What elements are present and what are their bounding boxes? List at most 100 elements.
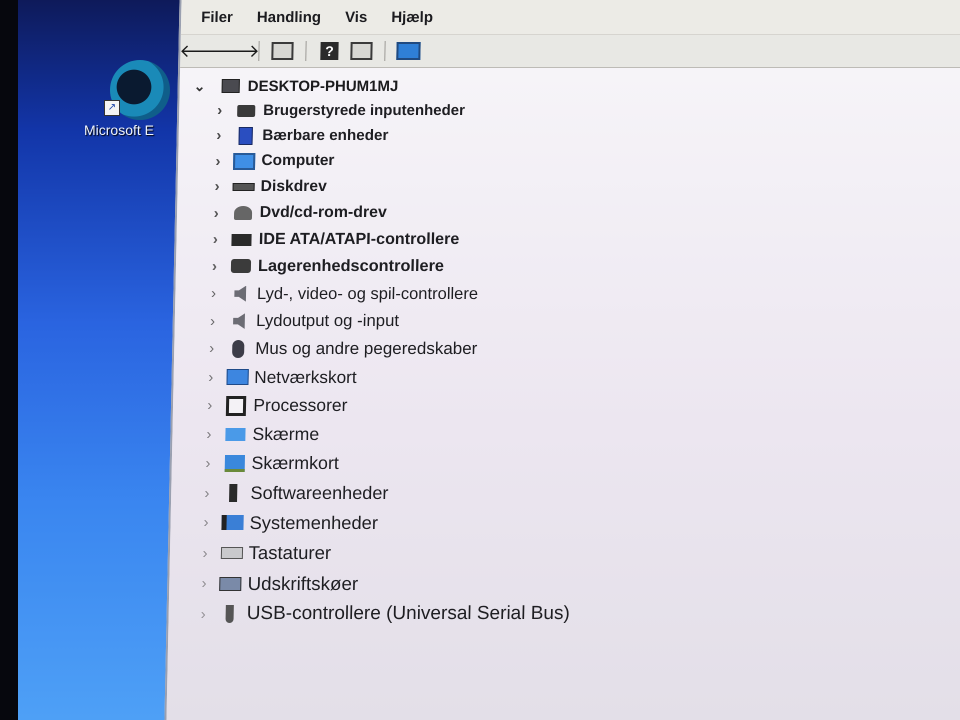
device-category-row[interactable]: › Dvd/cd-rom-drev bbox=[177, 200, 960, 226]
desktop-icon-label: Microsoft E bbox=[84, 122, 155, 138]
desktop-background: ↗ Microsoft E bbox=[0, 0, 180, 720]
device-category-label: Processorer bbox=[253, 395, 348, 416]
tree-root-label: DESKTOP-PHUM1MJ bbox=[247, 77, 399, 95]
monitor-icon bbox=[224, 425, 246, 443]
chevron-right-icon[interactable]: › bbox=[211, 285, 229, 302]
display-adapter-icon bbox=[223, 455, 245, 473]
menu-handling[interactable]: Handling bbox=[257, 9, 322, 26]
speaker-icon bbox=[228, 312, 250, 330]
chevron-right-icon[interactable]: › bbox=[203, 514, 221, 531]
device-category-row[interactable]: › Lyd-, video- og spil-controllere bbox=[175, 280, 960, 307]
device-category-label: IDE ATA/ATAPI-controllere bbox=[258, 230, 460, 249]
software-device-icon bbox=[222, 484, 244, 503]
device-category-label: Systemenheder bbox=[249, 511, 379, 533]
chevron-right-icon[interactable]: › bbox=[209, 340, 227, 357]
mouse-icon bbox=[227, 339, 249, 358]
device-category-label: Tastaturer bbox=[248, 542, 332, 564]
device-category-row[interactable]: › Brugerstyrede inputenheder bbox=[179, 98, 960, 123]
shortcut-arrow-icon: ↗ bbox=[104, 100, 120, 116]
tree-root[interactable]: ⌄ DESKTOP-PHUM1MJ bbox=[179, 74, 960, 98]
portable-device-icon bbox=[234, 126, 256, 145]
toolbar-separator bbox=[258, 41, 260, 61]
device-category-row[interactable]: › Lydoutput og -input bbox=[175, 307, 960, 335]
chevron-right-icon[interactable]: › bbox=[217, 102, 235, 119]
printer-icon bbox=[219, 575, 242, 593]
speaker-icon bbox=[229, 285, 251, 303]
menu-filer[interactable]: Filer bbox=[201, 9, 233, 26]
device-category-row[interactable]: › USB-controllere (Universal Serial Bus) bbox=[168, 599, 960, 630]
device-category-label: Computer bbox=[261, 152, 335, 170]
hid-icon bbox=[235, 102, 257, 120]
chevron-right-icon[interactable]: › bbox=[210, 313, 228, 330]
device-category-row[interactable]: › IDE ATA/ATAPI-controllere bbox=[176, 226, 960, 253]
storage-controller-icon bbox=[230, 257, 252, 275]
chevron-right-icon[interactable]: › bbox=[204, 485, 222, 502]
forward-icon[interactable]: 🡒 bbox=[211, 40, 260, 62]
chevron-down-icon[interactable]: ⌄ bbox=[194, 78, 220, 95]
device-category-row[interactable]: › Systemenheder bbox=[170, 508, 960, 538]
device-category-label: Dvd/cd-rom-drev bbox=[259, 204, 387, 222]
device-category-label: Diskdrev bbox=[260, 177, 327, 195]
device-category-label: Bærbare enheder bbox=[262, 127, 389, 145]
monitor-bezel bbox=[0, 0, 18, 720]
device-category-label: Netværkskort bbox=[254, 366, 357, 387]
view-icon[interactable] bbox=[348, 40, 374, 62]
chevron-right-icon[interactable]: › bbox=[207, 397, 225, 414]
monitor-icon[interactable] bbox=[395, 40, 421, 62]
device-category-row[interactable]: › Diskdrev bbox=[177, 174, 960, 200]
chevron-right-icon[interactable]: › bbox=[200, 606, 218, 623]
device-category-label: Skærme bbox=[252, 423, 320, 444]
device-category-label: Lyd-, video- og spil-controllere bbox=[256, 283, 479, 303]
chevron-right-icon[interactable]: › bbox=[213, 231, 231, 248]
chevron-right-icon[interactable]: › bbox=[205, 455, 223, 472]
device-category-label: Lydoutput og -input bbox=[255, 311, 400, 331]
device-category-row[interactable]: › Lagerenhedscontrollere bbox=[176, 253, 960, 280]
toolbar-separator bbox=[305, 41, 307, 61]
processor-icon bbox=[225, 395, 247, 416]
device-category-row[interactable]: › Bærbare enheder bbox=[178, 123, 960, 148]
chevron-right-icon[interactable]: › bbox=[214, 205, 232, 222]
device-manager-window: Filer Handling Vis Hjælp 🡐 🡒 ? ⌄ DESKTOP… bbox=[164, 0, 960, 720]
device-category-label: Brugerstyrede inputenheder bbox=[263, 102, 466, 119]
device-category-label: Softwareenheder bbox=[250, 482, 389, 503]
device-category-row[interactable]: › Skærme bbox=[172, 420, 960, 449]
device-category-row[interactable]: › Tastaturer bbox=[170, 538, 960, 568]
chevron-right-icon[interactable]: › bbox=[212, 258, 230, 275]
device-category-row[interactable]: › Computer bbox=[178, 148, 960, 174]
chevron-right-icon[interactable]: › bbox=[216, 127, 234, 144]
device-category-label: Udskriftskøer bbox=[247, 572, 359, 594]
usb-icon bbox=[218, 605, 240, 624]
chevron-right-icon[interactable]: › bbox=[208, 369, 226, 386]
computer-icon bbox=[233, 152, 256, 170]
toolbar-separator bbox=[384, 41, 386, 61]
help-icon[interactable]: ? bbox=[316, 40, 342, 62]
device-category-row[interactable]: › Skærmkort bbox=[172, 449, 960, 478]
device-category-label: USB-controllere (Universal Serial Bus) bbox=[246, 603, 571, 625]
device-category-row[interactable]: › Udskriftskøer bbox=[169, 568, 960, 599]
properties-icon[interactable] bbox=[269, 40, 295, 62]
chevron-right-icon[interactable]: › bbox=[206, 426, 224, 443]
toolbar: 🡐 🡒 ? bbox=[179, 35, 960, 68]
ide-controller-icon bbox=[231, 231, 253, 249]
system-device-icon bbox=[221, 514, 244, 532]
menu-vis[interactable]: Vis bbox=[345, 9, 368, 26]
disk-drive-icon bbox=[232, 178, 255, 196]
dvd-drive-icon bbox=[232, 204, 254, 222]
chevron-right-icon[interactable]: › bbox=[215, 153, 233, 170]
device-category-label: Lagerenhedscontrollere bbox=[257, 256, 445, 275]
device-category-label: Skærmkort bbox=[251, 453, 340, 474]
device-category-row[interactable]: › Mus og andre pegeredskaber bbox=[174, 335, 960, 363]
computer-icon bbox=[220, 77, 242, 95]
network-adapter-icon bbox=[226, 368, 249, 386]
device-category-row[interactable]: › Processorer bbox=[173, 391, 960, 420]
device-category-row[interactable]: › Softwareenheder bbox=[171, 478, 960, 508]
chevron-right-icon[interactable]: › bbox=[214, 178, 232, 195]
keyboard-icon bbox=[220, 544, 243, 562]
device-tree: ⌄ DESKTOP-PHUM1MJ › Brugerstyrede inputen… bbox=[166, 68, 960, 720]
chevron-right-icon[interactable]: › bbox=[202, 545, 220, 562]
desktop-shortcut-edge[interactable]: ↗ Microsoft E bbox=[84, 60, 174, 150]
device-category-row[interactable]: › Netværkskort bbox=[173, 363, 960, 391]
chevron-right-icon[interactable]: › bbox=[201, 575, 219, 592]
device-category-label: Mus og andre pegeredskaber bbox=[255, 338, 478, 358]
menu-hjaelp[interactable]: Hjælp bbox=[391, 9, 433, 26]
